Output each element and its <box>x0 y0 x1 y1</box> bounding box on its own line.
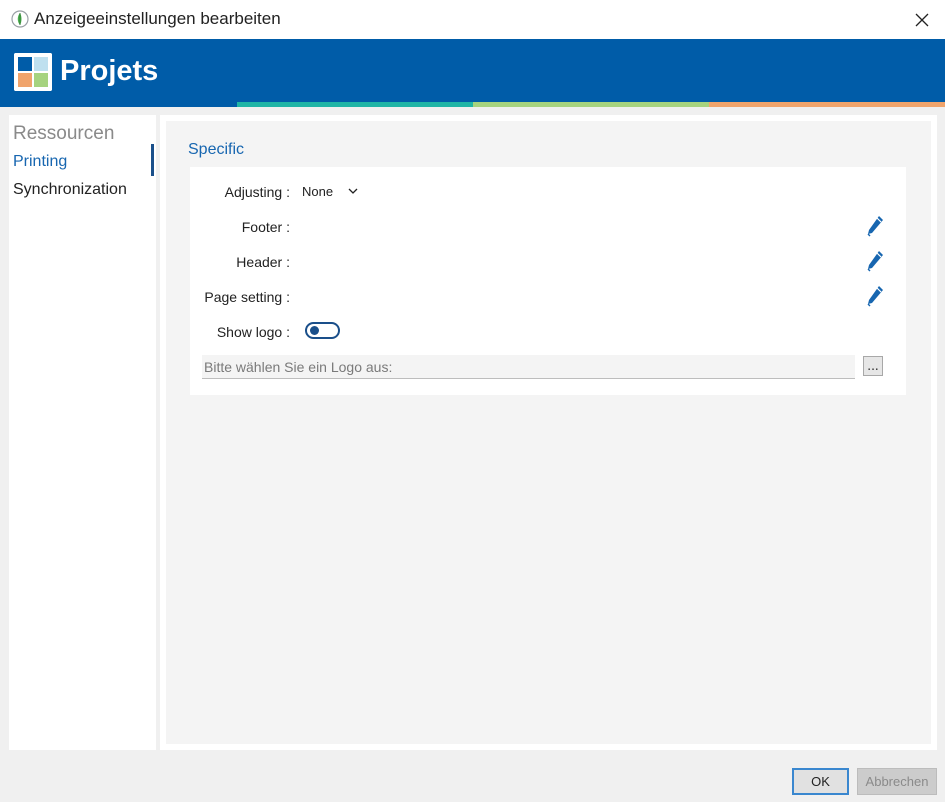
banner-stripe <box>709 102 945 107</box>
ok-button[interactable]: OK <box>792 768 849 795</box>
title-bar: Anzeigeeinstellungen bearbeiten <box>0 0 945 40</box>
chevron-down-icon[interactable] <box>348 187 358 195</box>
edit-header-pencil-icon[interactable] <box>866 250 884 272</box>
browse-logo-button[interactable]: ... <box>863 356 883 376</box>
banner-stripe <box>0 102 237 107</box>
section-title: Specific <box>188 141 245 158</box>
toggle-knob <box>310 326 319 335</box>
window-title: Anzeigeeinstellungen bearbeiten <box>34 9 281 28</box>
sidebar-item-synchronization[interactable]: Synchronization <box>13 181 127 199</box>
banner-stripe <box>473 102 709 107</box>
close-icon <box>915 13 929 26</box>
main-panel: Specific Adjusting : None Footer : Heade… <box>160 115 937 750</box>
adjusting-select[interactable]: None <box>302 184 333 199</box>
edit-footer-pencil-icon[interactable] <box>866 215 884 237</box>
close-button[interactable] <box>899 0 945 39</box>
banner-stripe <box>237 102 473 107</box>
page-setting-label: Page setting : <box>204 289 290 305</box>
app-icon <box>11 10 29 28</box>
app-banner: Projets <box>0 39 945 102</box>
settings-card: Adjusting : None Footer : Header : Page … <box>190 167 906 395</box>
sidebar-item-printing[interactable]: Printing <box>13 153 67 171</box>
show-logo-label: Show logo : <box>216 324 290 340</box>
sidebar: Ressourcen Printing Synchronization <box>9 115 156 750</box>
active-indicator <box>151 144 154 176</box>
show-logo-toggle[interactable] <box>305 322 340 339</box>
edit-page-setting-pencil-icon[interactable] <box>866 285 884 307</box>
main-content: Specific Adjusting : None Footer : Heade… <box>166 121 931 744</box>
sidebar-group-ressourcen: Ressourcen <box>13 123 115 144</box>
projets-logo-icon <box>14 53 52 91</box>
footer-label: Footer : <box>241 219 290 235</box>
logo-path-input[interactable] <box>202 355 855 379</box>
dialog-window: Anzeigeeinstellungen bearbeiten Projets … <box>0 0 945 802</box>
adjusting-label: Adjusting : <box>224 184 290 200</box>
app-name: Projets <box>60 55 159 87</box>
header-label: Header : <box>236 254 290 270</box>
cancel-button[interactable]: Abbrechen <box>857 768 937 795</box>
